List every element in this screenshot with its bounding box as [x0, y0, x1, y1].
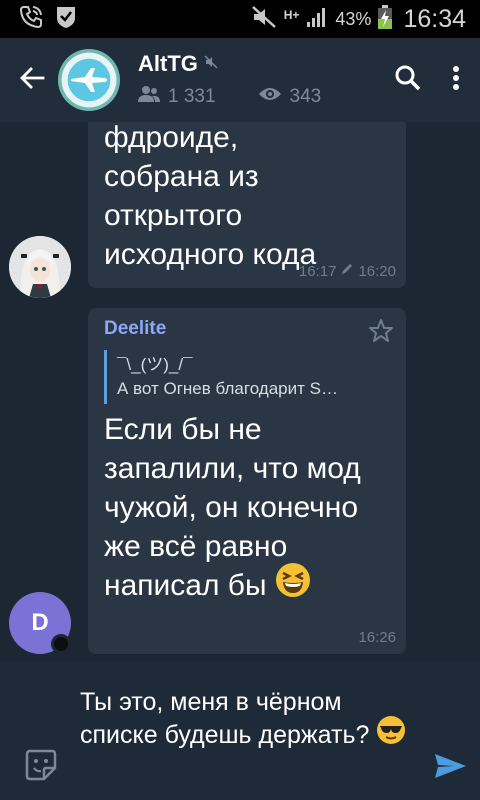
message-time: 16:26 — [358, 629, 396, 646]
message-list[interactable]: фдроиде, собрана из открытого исходного … — [0, 122, 480, 662]
star-icon — [368, 319, 394, 348]
channel-info[interactable]: AltTG 1 331 343 — [138, 51, 321, 109]
message-time: 16:17 16:20 — [299, 262, 396, 280]
more-options-button[interactable] — [432, 38, 480, 122]
message-author[interactable]: Deelite — [104, 318, 166, 340]
muted-speaker-icon — [204, 54, 218, 74]
battery-icon — [377, 4, 393, 35]
message-input[interactable]: Ты это, меня в чёрном списке будешь держ… — [80, 686, 410, 754]
chat-header: AltTG 1 331 343 — [0, 38, 480, 122]
signal-type: H+ — [283, 8, 300, 22]
message-text: Если бы не запалили, что мод чужой, он к… — [104, 413, 361, 602]
shield-icon — [54, 4, 78, 35]
more-vert-icon — [452, 65, 460, 96]
mute-icon — [250, 4, 278, 35]
sunglasses-emoji-icon — [376, 715, 406, 754]
back-arrow-icon — [19, 65, 45, 96]
anime-avatar-icon — [9, 236, 71, 298]
status-bar: H+ 43% 16:34 — [0, 0, 480, 38]
favorite-button[interactable] — [368, 318, 394, 344]
message-input-text: Ты это, меня в чёрном списке будешь держ… — [80, 688, 370, 750]
battery-percent: 43% — [335, 8, 372, 29]
send-icon — [432, 754, 468, 788]
reply-quote[interactable]: ¯\_(ツ)_/¯ А вот Огнев благодарит S… — [104, 350, 394, 404]
message-text-container: Если бы не запалили, что мод чужой, он к… — [104, 410, 400, 608]
call-icon — [18, 4, 44, 35]
eye-icon — [258, 86, 282, 108]
message-bubble[interactable]: Deelite ¯\_(ツ)_/¯ А вот Огнев благодарит… — [88, 308, 406, 654]
views-count: 343 — [289, 86, 322, 107]
reply-text: А вот Огнев благодарит S… — [117, 379, 338, 398]
user-avatar[interactable] — [9, 236, 71, 298]
message-composer: Ты это, меня в чёрном списке будешь держ… — [0, 662, 480, 800]
search-button[interactable] — [384, 38, 432, 122]
message-time-sent: 16:17 — [298, 262, 337, 280]
reply-author: ¯\_(ツ)_/¯ — [117, 355, 193, 374]
sticker-icon — [24, 749, 58, 786]
search-icon — [395, 65, 421, 96]
clock: 16:34 — [403, 4, 466, 33]
pencil-icon — [340, 262, 354, 280]
online-status-indicator — [51, 634, 71, 654]
message-text: фдроиде, собрана из открытого исходного … — [104, 122, 317, 271]
message-time-edited: 16:20 — [358, 262, 396, 280]
send-button[interactable] — [432, 748, 468, 784]
sticker-button[interactable] — [24, 748, 58, 782]
signal-icon — [305, 5, 329, 34]
laughing-emoji-icon — [275, 562, 311, 608]
message-bubble[interactable]: фдроиде, собрана из открытого исходного … — [88, 122, 406, 288]
subscriber-count: 1 331 — [168, 86, 216, 107]
people-icon — [138, 85, 160, 109]
channel-avatar[interactable] — [58, 49, 120, 111]
back-button[interactable] — [0, 38, 64, 122]
channel-title: AltTG — [138, 51, 198, 76]
jet-logo-icon — [71, 68, 107, 92]
